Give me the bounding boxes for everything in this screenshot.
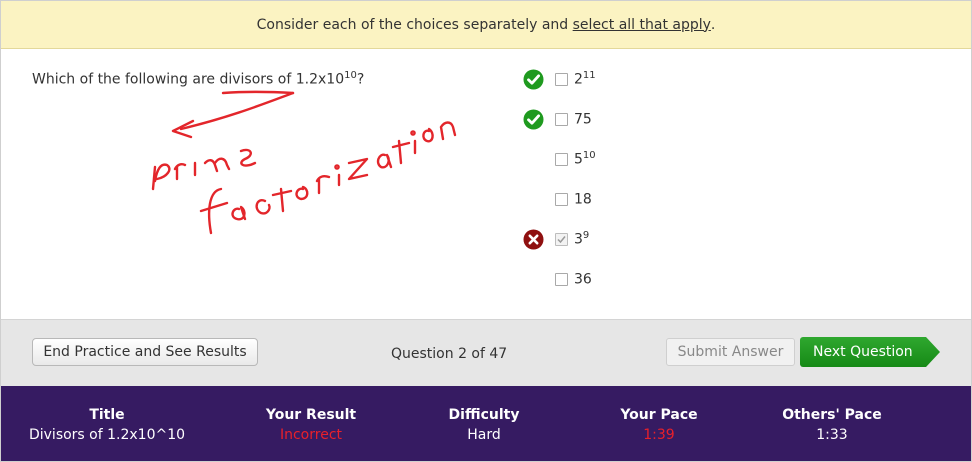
stat-result-value: Incorrect [279,427,343,443]
correct-check-icon [523,109,544,130]
stat-pace: Your Pace 1:39 [574,407,744,443]
question-panel: Consider each of the choices separately … [0,0,972,462]
stat-title-label: Title [89,407,125,423]
choice-row[interactable]: 18 [523,187,723,211]
instruction-period: . [710,16,716,33]
choice-checkbox-checked[interactable] [555,232,568,246]
end-practice-button[interactable]: End Practice and See Results [32,338,258,366]
stat-pace-label: Your Pace [620,407,698,423]
submit-answer-button[interactable]: Submit Answer [666,338,795,366]
stats-bar: Title Divisors of 1.2x10^10 Your Result … [1,386,971,461]
choice-row[interactable]: 39 [523,227,723,251]
choice-label: 211 [574,70,596,88]
choice-checkbox[interactable] [555,152,568,166]
choice-mark-empty [523,149,544,170]
stat-title: Title Divisors of 1.2x10^10 [22,407,192,443]
stat-difficulty-value: Hard [467,427,501,443]
stat-others-pace-label: Others' Pace [782,407,882,423]
action-toolbar: End Practice and See Results Question 2 … [1,319,971,387]
choice-label: 39 [574,230,590,248]
choice-checkbox[interactable] [555,272,568,286]
choice-row[interactable]: 510 [523,147,723,171]
choice-checkbox[interactable] [555,72,568,86]
choice-label: 18 [574,191,592,208]
choice-checkbox[interactable] [555,112,568,126]
choice-label: 36 [574,271,592,288]
choice-row[interactable]: 36 [523,267,723,291]
stat-difficulty-label: Difficulty [448,407,520,423]
stat-difficulty: Difficulty Hard [399,407,569,443]
stat-others-pace-value: 1:33 [816,427,848,443]
instruction-banner: Consider each of the choices separately … [1,1,971,49]
checkmark-icon [557,235,566,243]
choice-label: 510 [574,150,596,168]
stat-title-value: Divisors of 1.2x10^10 [28,427,186,443]
stat-result-label: Your Result [265,407,357,423]
choice-row[interactable]: 211 [523,67,723,91]
instruction-text: Consider each of the choices separately … [256,16,569,33]
stat-others-pace: Others' Pace 1:33 [747,407,917,443]
correct-check-icon [523,69,544,90]
choice-label: 75 [574,111,592,128]
stat-result: Your Result Incorrect [226,407,396,443]
handwritten-annotation [151,90,457,235]
incorrect-x-icon [523,229,544,250]
choice-mark-empty [523,189,544,210]
choice-checkbox[interactable] [555,192,568,206]
choice-mark-empty [523,269,544,290]
next-question-button[interactable]: Next Question [800,337,940,367]
question-counter: Question 2 of 47 [391,346,508,362]
stat-pace-value: 1:39 [643,427,675,443]
choice-row[interactable]: 75 [523,107,723,131]
select-all-link[interactable]: select all that apply [573,17,711,33]
